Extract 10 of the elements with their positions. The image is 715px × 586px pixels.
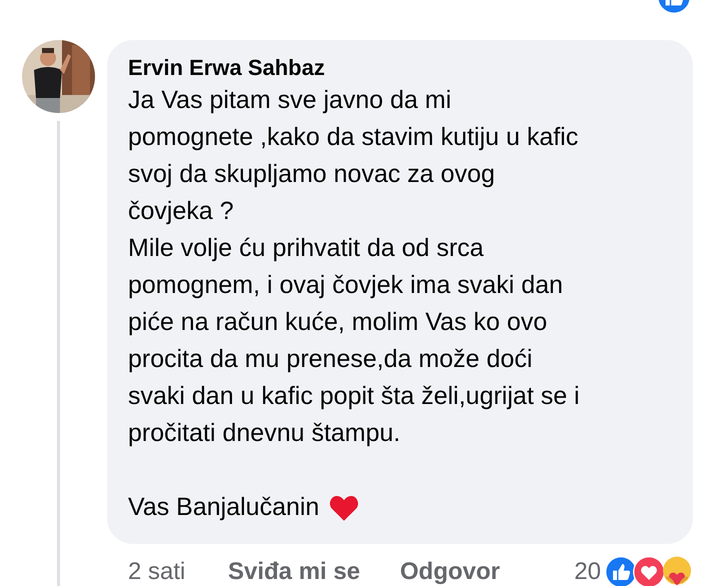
care-emoji-icon [661, 556, 693, 586]
author-name[interactable]: Ervin Erwa Sahbaz [128, 54, 673, 82]
like-icon [605, 556, 637, 586]
timestamp: 2 sati [128, 557, 186, 586]
reaction-count: 20 [574, 557, 601, 586]
signature-text: Vas Banjalučanin [128, 492, 320, 523]
heart-icon [633, 556, 665, 586]
comment-text: Ja Vas pitam sve javno da mi pomognete ,kako da stavim kutiju u kafic svoj da skupljamo novac za ovog čovjeka ? Mile volje ću prihvatit da od srca pomognem, i ovaj čovjek ima svaki dan piće na račun kuće, molim Vas ko ovo procita da mu prenese,da može doći svaki dan u kafic popit šta želi,ugrijat se i pročitati dnevnu štampu. [128, 85, 581, 449]
like-link[interactable]: Sviđa mi se [228, 554, 400, 586]
reply-link[interactable]: Odgovor [400, 554, 500, 586]
